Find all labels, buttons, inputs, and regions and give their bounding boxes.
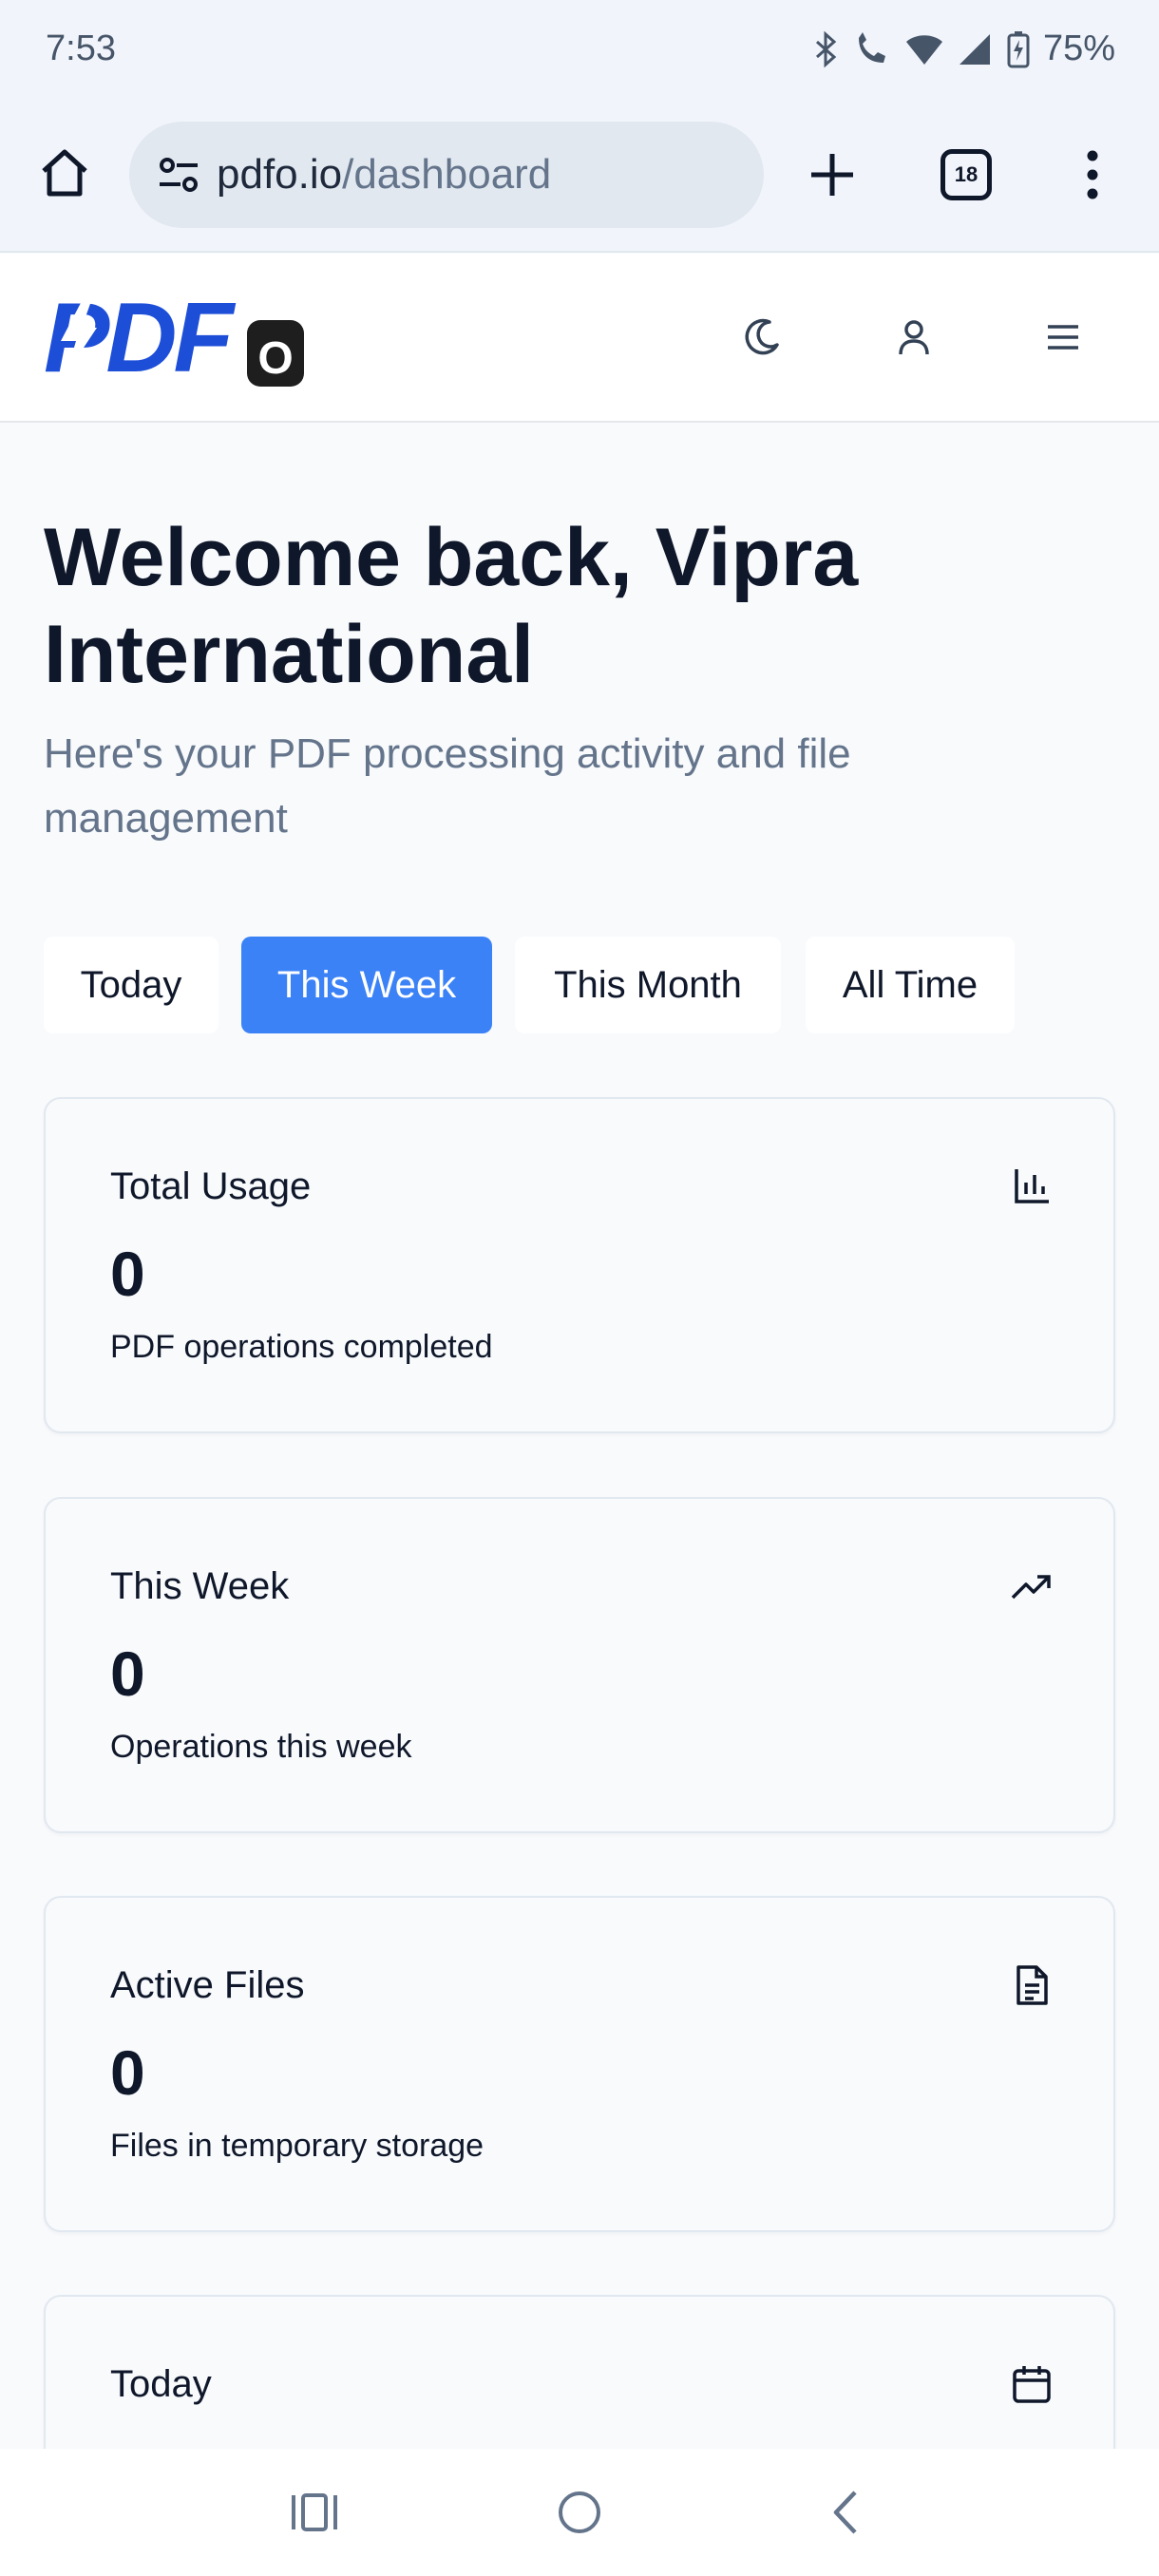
card-title: Active Files: [110, 1964, 305, 2006]
battery-percent: 75%: [1042, 28, 1115, 68]
url-text[interactable]: pdfo.io/dashboard: [217, 151, 551, 199]
filter-today[interactable]: Today: [44, 937, 218, 1033]
url-host: pdfo.io: [217, 151, 343, 198]
new-tab-button[interactable]: [800, 142, 864, 207]
theme-toggle-button[interactable]: [732, 307, 792, 368]
filter-this-week[interactable]: This Week: [241, 937, 492, 1033]
site-header: PDF O: [0, 254, 1159, 423]
filter-all-time[interactable]: All Time: [806, 937, 1015, 1033]
tab-switcher-button[interactable]: 18: [940, 149, 992, 200]
total-usage-card: Total Usage 0 PDF operations completed: [44, 1097, 1115, 1433]
home-circle-icon: [559, 2491, 600, 2533]
moon-icon: [745, 318, 779, 355]
card-title: Total Usage: [110, 1165, 312, 1207]
address-bar[interactable]: pdfo.io/dashboard: [129, 122, 764, 228]
user-icon: [899, 320, 929, 355]
home-nav-button[interactable]: [546, 2479, 613, 2546]
hamburger-icon: [1048, 325, 1078, 350]
logo[interactable]: PDF O: [44, 283, 304, 393]
wifi-icon: [905, 34, 942, 65]
card-description: Files in temporary storage: [110, 2128, 484, 2164]
trending-up-icon: [1009, 1563, 1054, 1609]
active-files-card: Active Files 0 Files in temporary storag…: [44, 1896, 1115, 2232]
recent-apps-icon: [292, 2493, 337, 2531]
calendar-icon: [1009, 2361, 1054, 2407]
recent-apps-button[interactable]: [281, 2479, 348, 2546]
status-time: 7:53: [46, 28, 116, 68]
status-icons: 75%: [813, 28, 1115, 69]
bar-chart-icon: [1009, 1164, 1054, 1209]
card-value: 0: [110, 1239, 145, 1309]
status-bar: 7:53 75%: [0, 0, 1159, 104]
back-button[interactable]: [812, 2479, 879, 2546]
system-nav-bar: [0, 2449, 1159, 2576]
wifi-call-icon: [858, 31, 885, 63]
file-text-icon: [1009, 1962, 1054, 2008]
home-icon: [42, 149, 87, 197]
signal-icon: [959, 33, 990, 65]
card-description: PDF operations completed: [110, 1329, 493, 1365]
card-description: Operations this week: [110, 1729, 412, 1765]
account-button[interactable]: [884, 307, 944, 368]
battery-icon: [1007, 30, 1030, 67]
card-title: Today: [110, 2363, 212, 2405]
menu-button[interactable]: [1033, 307, 1093, 368]
this-week-card: This Week 0 Operations this week: [44, 1497, 1115, 1833]
site-settings-icon[interactable]: [150, 146, 207, 203]
page-title: Welcome back, Vipra International: [44, 512, 859, 700]
card-title: This Week: [110, 1565, 290, 1607]
url-path: /dashboard: [342, 151, 552, 198]
page-subtitle: Here's your PDF processing activity and …: [44, 730, 851, 842]
bluetooth-icon: [815, 30, 837, 67]
home-button[interactable]: [34, 142, 95, 203]
browser-toolbar: pdfo.io/dashboard 18: [0, 104, 1159, 253]
more-vert-icon: [1087, 150, 1098, 199]
more-options-button[interactable]: [1074, 142, 1112, 207]
card-value: 0: [110, 2037, 145, 2108]
plus-icon: [811, 154, 853, 196]
back-chevron-icon: [833, 2491, 857, 2534]
card-value: 0: [110, 1638, 145, 1709]
filter-this-month[interactable]: This Month: [515, 937, 781, 1033]
logo-badge: O: [257, 333, 293, 384]
